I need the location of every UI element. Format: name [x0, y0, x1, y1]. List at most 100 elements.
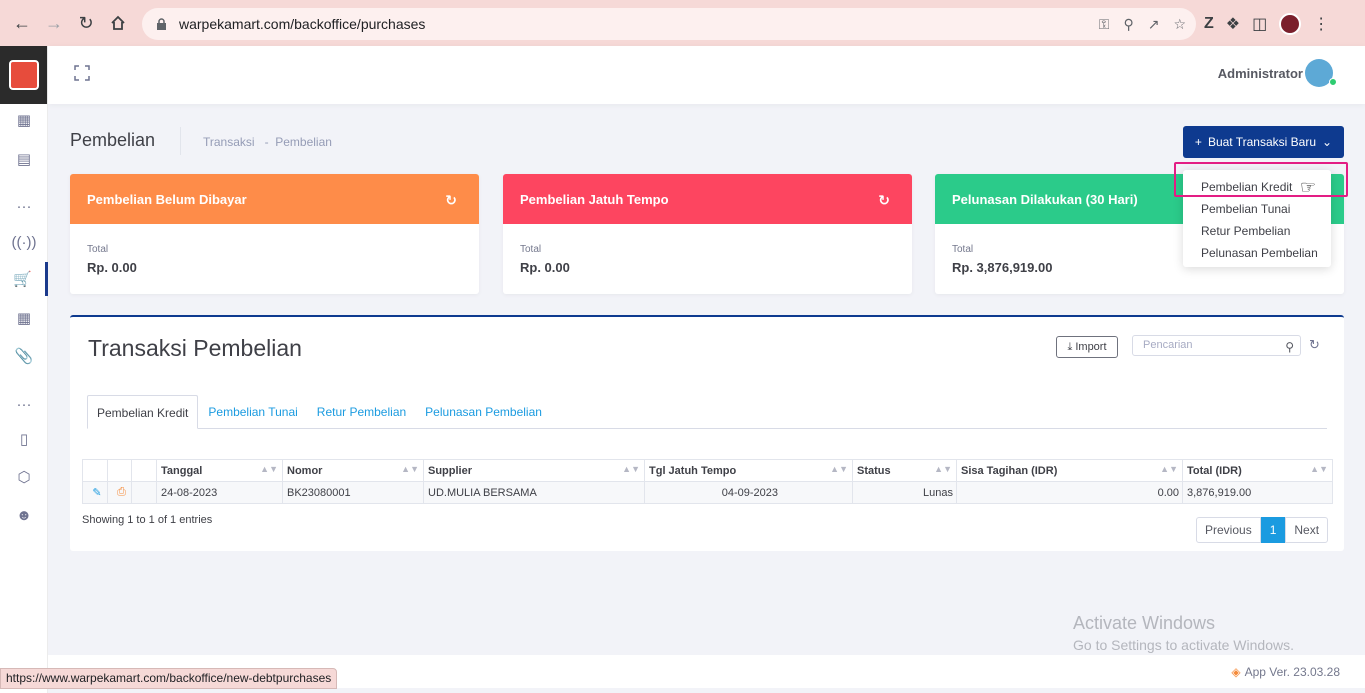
- fullscreen-icon[interactable]: [74, 65, 90, 81]
- tab-pembelian-kredit[interactable]: Pembelian Kredit: [87, 395, 199, 429]
- col-status[interactable]: Status ▲▼: [852, 459, 957, 482]
- cell-sisa: 0.00: [956, 481, 1183, 504]
- pagination: Previous 1 Next: [1196, 517, 1329, 543]
- download-icon: ⤓: [1067, 340, 1073, 353]
- clipboard-icon[interactable]: ▤: [0, 142, 48, 176]
- col-nomor[interactable]: Nomor ▲▼: [282, 459, 424, 482]
- sort-icon: ▲▼: [830, 464, 848, 474]
- dashboard-icon[interactable]: ▦: [0, 103, 48, 137]
- previous-page-button[interactable]: Previous: [1196, 517, 1261, 543]
- zoom-icon[interactable]: ⚲: [1123, 16, 1133, 33]
- refresh-icon[interactable]: ↻: [445, 192, 457, 209]
- key-icon[interactable]: ⚿: [1099, 16, 1110, 33]
- col-total[interactable]: Total (IDR) ▲▼: [1182, 459, 1333, 482]
- search-icon[interactable]: ⚲: [1285, 338, 1294, 357]
- tab-retur-pembelian[interactable]: Retur Pembelian: [308, 395, 415, 429]
- star-icon[interactable]: ☆: [1173, 16, 1186, 33]
- col-print: [107, 459, 132, 482]
- sort-icon: ▲▼: [401, 464, 419, 474]
- activation-watermark-subtitle: Go to Settings to activate Windows.: [1073, 637, 1294, 653]
- app-version: ◈ App Ver. 23.03.28: [1231, 665, 1340, 679]
- lock-icon: [157, 17, 166, 30]
- box-icon[interactable]: ⬡: [0, 460, 48, 494]
- panel-title: Transaksi Pembelian: [88, 335, 302, 361]
- users-icon[interactable]: ☻: [0, 498, 48, 532]
- more-icon-2: ···: [16, 395, 32, 413]
- tab-pembelian-tunai[interactable]: Pembelian Tunai: [199, 395, 306, 429]
- col-supplier-label: Supplier: [428, 464, 473, 477]
- menu-item-pelunasan-pembelian[interactable]: Pelunasan Pembelian: [1183, 242, 1331, 264]
- cell-supplier: UD.MULIA BERSAMA: [423, 481, 645, 504]
- search-placeholder: Pencarian: [1143, 339, 1193, 351]
- activation-watermark-title: Activate Windows: [1073, 613, 1216, 633]
- home-icon[interactable]: [102, 7, 134, 39]
- sort-icon: ▲▼: [1160, 464, 1178, 474]
- pencil-icon[interactable]: ✎: [92, 487, 101, 499]
- breadcrumb: Transaksi - Pembelian: [203, 135, 332, 149]
- import-button[interactable]: ⤓ Import: [1056, 336, 1118, 358]
- col-blank: [131, 459, 157, 482]
- col-supplier[interactable]: Supplier ▲▼: [423, 459, 645, 482]
- sort-icon: ▲▼: [622, 464, 640, 474]
- new-transaction-label: Buat Transaksi Baru: [1207, 135, 1316, 149]
- hand-cursor-icon: ☞: [1300, 177, 1317, 197]
- cell-edit: ✎: [82, 481, 108, 504]
- page-1-button[interactable]: 1: [1260, 517, 1286, 543]
- cell-nomor: BK23080001: [282, 481, 424, 504]
- col-tanggal-label: Tanggal: [161, 464, 203, 477]
- col-sisa[interactable]: Sisa Tagihan (IDR) ▲▼: [956, 459, 1183, 482]
- top-header: Administrator: [48, 46, 1365, 104]
- menu-item-retur-pembelian[interactable]: Retur Pembelian: [1183, 220, 1331, 242]
- version-text: App Ver. 23.03.28: [1244, 665, 1340, 679]
- card-value: Rp. 3,876,919.00: [952, 260, 1053, 275]
- cell-jatuh-tempo: 04-09-2023: [644, 481, 853, 504]
- broadcast-icon[interactable]: ((·)): [0, 225, 48, 259]
- card-due: Pembelian Jatuh Tempo ↻ Total Rp. 0.00: [503, 174, 912, 294]
- plus-icon: +: [1194, 135, 1202, 149]
- card-label: Total: [952, 244, 974, 255]
- col-nomor-label: Nomor: [287, 464, 323, 477]
- online-status-dot: [1329, 78, 1337, 86]
- cell-tanggal: 24-08-2023: [156, 481, 283, 504]
- tab-pelunasan-pembelian[interactable]: Pelunasan Pembelian: [416, 395, 551, 429]
- calculator-icon[interactable]: ▦: [0, 301, 48, 335]
- back-icon[interactable]: ←: [6, 7, 38, 39]
- share-icon[interactable]: ↗: [1148, 16, 1160, 33]
- highlight-box: [1174, 162, 1348, 197]
- col-tanggal[interactable]: Tanggal ▲▼: [156, 459, 283, 482]
- transaction-tabs: Pembelian Kredit Pembelian Tunai Retur P…: [87, 395, 1327, 429]
- new-transaction-button[interactable]: + Buat Transaksi Baru ⌄: [1183, 126, 1344, 158]
- z-extension-icon[interactable]: Z: [1204, 15, 1214, 33]
- print-icon[interactable]: ⎙: [117, 486, 126, 498]
- url-text: warpekamart.com/backoffice/purchases: [179, 16, 426, 32]
- reload-icon[interactable]: ↻: [70, 7, 102, 39]
- address-bar[interactable]: warpekamart.com/backoffice/purchases ⚿ ⚲…: [142, 8, 1196, 40]
- next-page-button[interactable]: Next: [1285, 517, 1329, 543]
- col-sisa-label: Sisa Tagihan (IDR): [961, 464, 1058, 477]
- menu-dots-icon[interactable]: ⋮: [1313, 14, 1329, 34]
- search-input[interactable]: Pencarian ⚲: [1132, 335, 1301, 356]
- sort-icon: ▲▼: [1310, 464, 1328, 474]
- puzzle-icon[interactable]: ❖: [1226, 14, 1240, 34]
- card-title: Pembelian Jatuh Tempo: [520, 191, 669, 207]
- paperclip-icon[interactable]: 📎: [0, 339, 48, 373]
- cell-print: ⎙: [107, 481, 132, 504]
- card-title: Pembelian Belum Dibayar: [87, 191, 247, 207]
- transactions-table: Tanggal ▲▼ Nomor ▲▼ Supplier ▲▼ Tgl Jatuh T…: [82, 459, 1333, 504]
- cell-status: Lunas: [852, 481, 957, 504]
- cell-blank: [131, 481, 157, 504]
- book-icon[interactable]: ▯: [0, 422, 48, 456]
- profile-avatar[interactable]: [1279, 13, 1302, 35]
- col-jatuh-tempo[interactable]: Tgl Jatuh Tempo ▲▼: [644, 459, 853, 482]
- subheader-divider: [180, 127, 181, 155]
- cart-icon[interactable]: 🛒: [0, 262, 48, 296]
- user-name[interactable]: Administrator: [1218, 66, 1303, 81]
- forward-icon[interactable]: →: [38, 7, 70, 39]
- more-icon: ···: [16, 197, 32, 215]
- card-label: Total: [520, 244, 542, 255]
- refresh-icon[interactable]: ↻: [878, 192, 890, 209]
- menu-item-pembelian-tunai[interactable]: Pembelian Tunai: [1183, 198, 1331, 220]
- app-logo[interactable]: [0, 46, 47, 104]
- reload-table-icon[interactable]: ↻: [1309, 337, 1320, 353]
- sidepanel-icon[interactable]: ◫: [1252, 14, 1267, 34]
